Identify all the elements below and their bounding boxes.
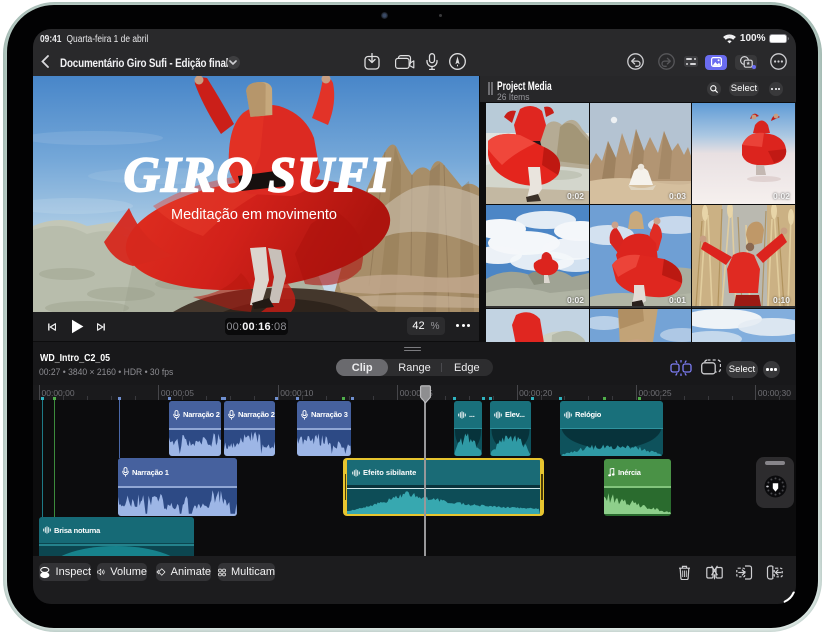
svg-text:GIRO SUFI: GIRO SUFI	[124, 146, 391, 202]
svg-text:Meditação em movimento: Meditação em movimento	[171, 207, 337, 223]
